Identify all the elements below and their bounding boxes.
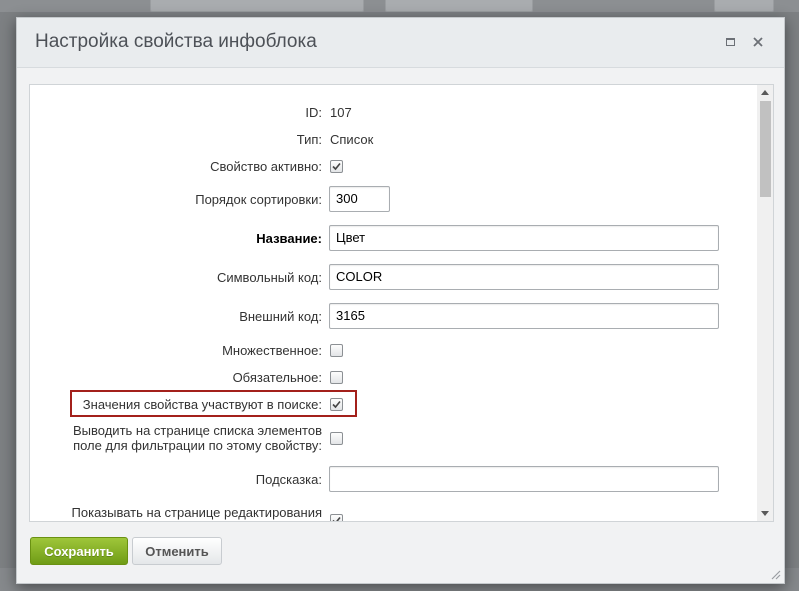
name-input[interactable]: Цвет [329,225,719,251]
checkmark-icon [332,516,341,521]
scroll-up-icon[interactable] [761,90,769,95]
dialog-titlebar[interactable]: Настройка свойства инфоблока [17,18,784,68]
multiple-label: Множественное: [222,343,322,358]
id-label: ID: [305,105,322,120]
close-icon [753,37,763,47]
filtrable-label: Выводить на странице списка элементов по… [73,423,322,453]
scroll-down-icon[interactable] [761,511,769,516]
background-filter-field [150,0,364,12]
active-checkbox[interactable] [330,160,343,173]
hint-label: Подсказка: [255,472,322,487]
maximize-button[interactable] [720,32,740,52]
checkmark-icon [332,162,341,171]
vertical-scrollbar[interactable] [757,85,773,521]
required-checkbox[interactable] [330,371,343,384]
searchable-label: Значения свойства участвуют в поиске: [82,397,322,412]
checkmark-icon [332,400,341,409]
xml-id-input[interactable]: 3165 [329,303,719,329]
sort-label: Порядок сортировки: [195,192,322,207]
type-label: Тип: [296,132,322,147]
required-label: Обязательное: [232,370,322,385]
searchable-checkbox[interactable] [330,398,343,411]
close-button[interactable] [748,32,768,52]
maximize-icon [725,38,735,46]
cancel-button[interactable]: Отменить [132,537,222,565]
dialog-content: ID: 107 Тип: Список Свойство активно: По… [29,84,774,522]
background-page [0,0,799,12]
code-input[interactable]: COLOR [329,264,719,290]
multiple-checkbox[interactable] [330,344,343,357]
xml-id-label: Внешний код: [239,309,322,324]
filtrable-checkbox[interactable] [330,432,343,445]
name-label: Название: [256,231,322,246]
resize-grip-icon[interactable] [769,568,781,580]
background-select [385,0,533,12]
active-label: Свойство активно: [210,159,322,174]
show-edit-label: Показывать на странице редактирования [71,505,322,520]
dialog-title: Настройка свойства инфоблока [35,31,317,52]
scroll-thumb[interactable] [760,101,771,197]
show-edit-checkbox[interactable] [330,514,343,521]
property-settings-dialog: Настройка свойства инфоблока ID: 107 Тип… [16,17,785,584]
sort-input[interactable]: 300 [329,186,390,212]
background-input [714,0,774,12]
hint-input[interactable] [329,466,719,492]
save-button[interactable]: Сохранить [30,537,128,565]
id-value: 107 [330,105,352,120]
code-label: Символьный код: [216,270,322,285]
type-value: Список [330,132,374,147]
